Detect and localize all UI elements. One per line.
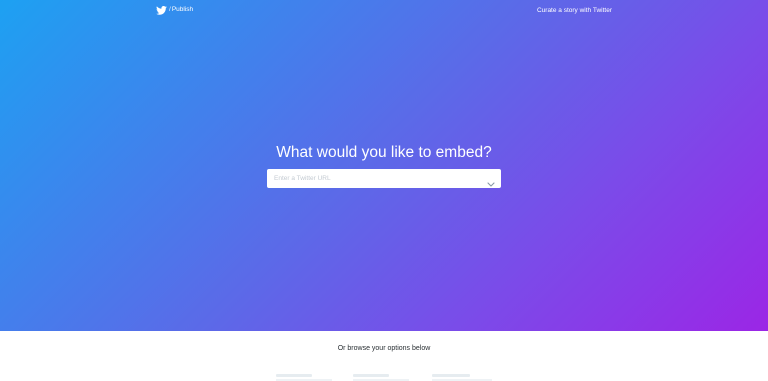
twitter-url-input[interactable] <box>267 169 484 188</box>
top-bar: / Publish Curate a story with Twitter <box>156 5 612 19</box>
brand-separator: / <box>169 6 171 13</box>
twitter-bird-icon <box>156 5 169 15</box>
page-title: What would you like to embed? <box>276 144 492 161</box>
url-input-box[interactable] <box>267 169 501 188</box>
hero-section: / Publish Curate a story with Twitter Wh… <box>0 0 768 331</box>
brand-label: Publish <box>171 6 194 13</box>
publish-home-link[interactable]: / Publish <box>156 5 193 15</box>
browse-section: Or browse your options below <box>0 331 768 381</box>
option-card-placeholder <box>353 374 389 377</box>
option-card-placeholder <box>276 374 312 377</box>
option-card-placeholder <box>432 374 470 377</box>
browse-heading: Or browse your options below <box>337 345 431 352</box>
chevron-down-icon[interactable] <box>487 175 495 187</box>
curate-story-link[interactable]: Curate a story with Twitter <box>537 6 612 16</box>
